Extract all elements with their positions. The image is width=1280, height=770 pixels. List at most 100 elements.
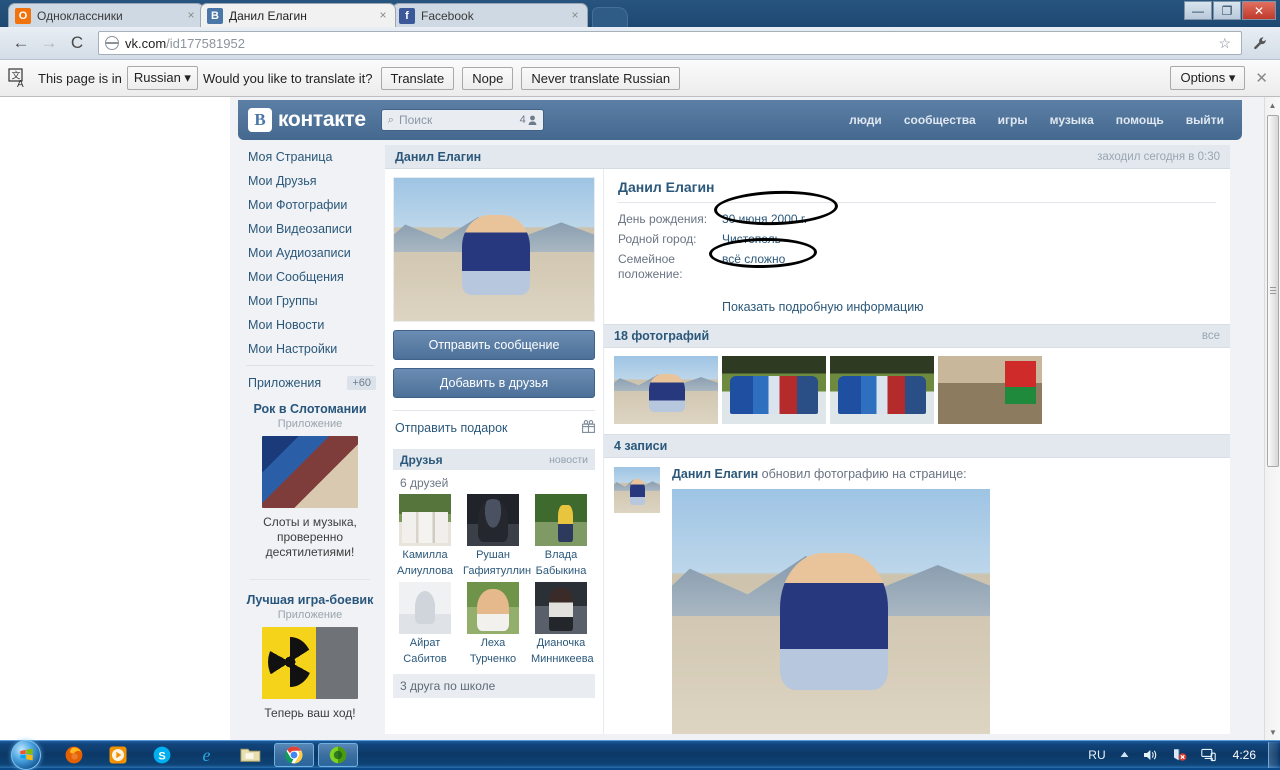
friend-photo-vlada[interactable]	[535, 494, 587, 546]
friend-item-rushan[interactable]: Рушан Гафиятуллин	[463, 494, 523, 578]
sidebar-item-my-videos[interactable]: Мои Видеозаписи	[240, 217, 380, 241]
sidebar-item-my-friends[interactable]: Мои Друзья	[240, 169, 380, 193]
friends-news-tab[interactable]: новости	[549, 454, 588, 466]
ad-block-action-game[interactable]: Лучшая игра-боевик Приложение Теперь ваш…	[240, 587, 380, 731]
topnav-item-games[interactable]: игры	[998, 113, 1028, 127]
show-detailed-info-link[interactable]: Показать подробную информацию	[722, 300, 1216, 314]
tab-close-icon[interactable]: ×	[377, 10, 389, 22]
wall-block-title[interactable]: 4 записи	[614, 439, 667, 453]
profile-avatar-photo[interactable]	[393, 177, 595, 322]
scroll-up-icon[interactable]: ▲	[1265, 97, 1280, 113]
info-value-relationship[interactable]: всё сложно	[722, 252, 785, 282]
close-button[interactable]: ✕	[1242, 1, 1276, 20]
photos-block-title[interactable]: 18 фотографий	[614, 329, 709, 343]
sidebar-item-my-audio[interactable]: Мои Аудиозаписи	[240, 241, 380, 265]
photo-flag-ceremony[interactable]	[938, 356, 1042, 424]
options-button[interactable]: Options ▾	[1170, 66, 1245, 90]
taskbar-item-file-explorer[interactable]	[230, 743, 270, 767]
new-tab-button[interactable]	[592, 7, 628, 27]
forward-icon[interactable]: →	[36, 30, 62, 56]
page-scrollbar[interactable]: ▲ ▼	[1264, 97, 1280, 740]
photos-all-link[interactable]: все	[1202, 330, 1220, 342]
taskbar-item-skype[interactable]: S	[142, 743, 182, 767]
show-hidden-icons-icon[interactable]	[1113, 751, 1136, 758]
taskbar-item-chrome[interactable]	[274, 743, 314, 767]
taskbar-item-internet-explorer[interactable]: e	[186, 743, 226, 767]
info-value-hometown[interactable]: Чистополь	[722, 232, 781, 247]
friend-photo-ayrat[interactable]	[399, 582, 451, 634]
topnav-item-help[interactable]: помощь	[1116, 113, 1164, 127]
friend-photo-kamilla[interactable]	[399, 494, 451, 546]
friend-photo-rushan[interactable]	[467, 494, 519, 546]
sidebar-item-apps[interactable]: Приложения +60	[240, 370, 380, 396]
topnav-item-logout[interactable]: выйти	[1186, 113, 1224, 127]
browser-tab-odnoklassniki[interactable]: О Одноклассники ×	[8, 3, 204, 27]
photo-mountain-portrait[interactable]	[614, 356, 718, 424]
volume-icon[interactable]	[1136, 748, 1165, 762]
wall-post-photo[interactable]	[672, 489, 990, 734]
taskbar-item-download-manager[interactable]	[318, 743, 358, 767]
add-friend-button[interactable]: Добавить в друзья	[393, 368, 595, 398]
friend-photo-leha[interactable]	[467, 582, 519, 634]
tab-close-icon[interactable]: ×	[569, 10, 581, 22]
friend-item-dianochka[interactable]: Дианочка Минникеева	[531, 582, 591, 666]
school-friends-label[interactable]: 3 друга по школе	[393, 674, 595, 698]
topnav-item-music[interactable]: музыка	[1050, 113, 1094, 127]
back-icon[interactable]: ←	[8, 30, 34, 56]
search-input[interactable]: ⌕ Поиск 4	[381, 109, 544, 131]
start-button[interactable]	[0, 741, 52, 769]
info-value-birthday[interactable]: 30 июня 2000 г.	[722, 212, 807, 227]
skype-icon: S	[152, 745, 172, 765]
wall-post-avatar[interactable]	[614, 467, 660, 513]
minimize-button[interactable]: —	[1184, 1, 1212, 20]
clock[interactable]: 4:26	[1223, 748, 1266, 762]
sidebar-item-my-photos[interactable]: Мои Фотографии	[240, 193, 380, 217]
scroll-down-icon[interactable]: ▼	[1265, 724, 1280, 740]
friend-photo-dianochka[interactable]	[535, 582, 587, 634]
photo-team-blue-1[interactable]	[722, 356, 826, 424]
taskbar-item-media-player[interactable]	[98, 743, 138, 767]
browser-tab-vk[interactable]: B Данил Елагин ×	[200, 3, 396, 27]
friend-item-kamilla[interactable]: Камилла Алиуллова	[395, 494, 455, 578]
sidebar-item-my-page[interactable]: Моя Страница	[240, 145, 380, 169]
friends-block-title[interactable]: Друзья	[400, 453, 443, 467]
bookmark-star-icon[interactable]: ☆	[1214, 35, 1235, 52]
friend-item-leha[interactable]: Леха Турченко	[463, 582, 523, 666]
send-message-button[interactable]: Отправить сообщение	[393, 330, 595, 360]
sidebar-item-my-news[interactable]: Мои Новости	[240, 313, 380, 337]
topnav-item-communities[interactable]: сообщества	[904, 113, 976, 127]
send-gift-row[interactable]: Отправить подарок	[393, 410, 595, 445]
friends-count-label[interactable]: 6 друзей	[393, 470, 595, 494]
language-indicator[interactable]: RU	[1081, 748, 1112, 762]
rock-slots-banner[interactable]	[262, 436, 358, 508]
never-translate-button[interactable]: Never translate Russian	[521, 67, 680, 90]
vk-logo[interactable]: В контакте	[248, 108, 366, 132]
infobar-close-icon[interactable]: ✕	[1255, 69, 1268, 87]
taskbar-item-firefox[interactable]	[54, 743, 94, 767]
vk-logo-text: контакте	[278, 108, 366, 132]
translate-button[interactable]: Translate	[381, 67, 455, 90]
action-center-icon[interactable]	[1165, 748, 1194, 762]
ad-block-rock-slots[interactable]: Рок в Слотомании Приложение Слоты и музы…	[240, 396, 380, 570]
language-select[interactable]: Russian ▾	[127, 66, 198, 90]
sidebar-item-my-groups[interactable]: Мои Группы	[240, 289, 380, 313]
wall-post-author[interactable]: Данил Елагин	[672, 467, 758, 481]
sidebar-item-my-messages[interactable]: Мои Сообщения	[240, 265, 380, 289]
friend-item-ayrat[interactable]: Айрат Сабитов	[395, 582, 455, 666]
nope-button[interactable]: Nope	[462, 67, 513, 90]
internet-explorer-icon: e	[196, 744, 217, 765]
address-bar[interactable]: vk.com /id177581952 ☆	[98, 31, 1242, 55]
network-icon[interactable]	[1194, 748, 1223, 762]
wrench-menu-icon[interactable]	[1248, 31, 1272, 55]
tab-close-icon[interactable]: ×	[185, 10, 197, 22]
sidebar-item-my-settings[interactable]: Мои Настройки	[240, 337, 380, 361]
reload-icon[interactable]: C	[64, 30, 90, 56]
photo-team-blue-2[interactable]	[830, 356, 934, 424]
radioactive-game-banner[interactable]	[262, 627, 358, 699]
browser-tab-facebook[interactable]: f Facebook ×	[392, 3, 588, 27]
friend-item-vlada[interactable]: Влада Бабыкина	[531, 494, 591, 578]
topnav-item-people[interactable]: люди	[849, 113, 882, 127]
show-desktop-button[interactable]	[1268, 742, 1278, 768]
restore-button[interactable]: ❐	[1213, 1, 1241, 20]
scrollbar-thumb[interactable]	[1267, 115, 1279, 467]
